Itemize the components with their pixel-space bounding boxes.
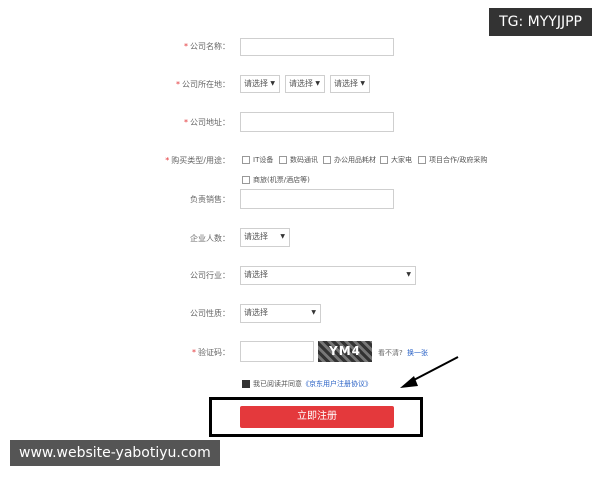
tg-watermark: TG: MYYJJPP: [489, 8, 592, 36]
annotation-arrow-icon: [400, 356, 459, 388]
website-watermark: www.website-yabotiyu.com: [10, 440, 220, 466]
